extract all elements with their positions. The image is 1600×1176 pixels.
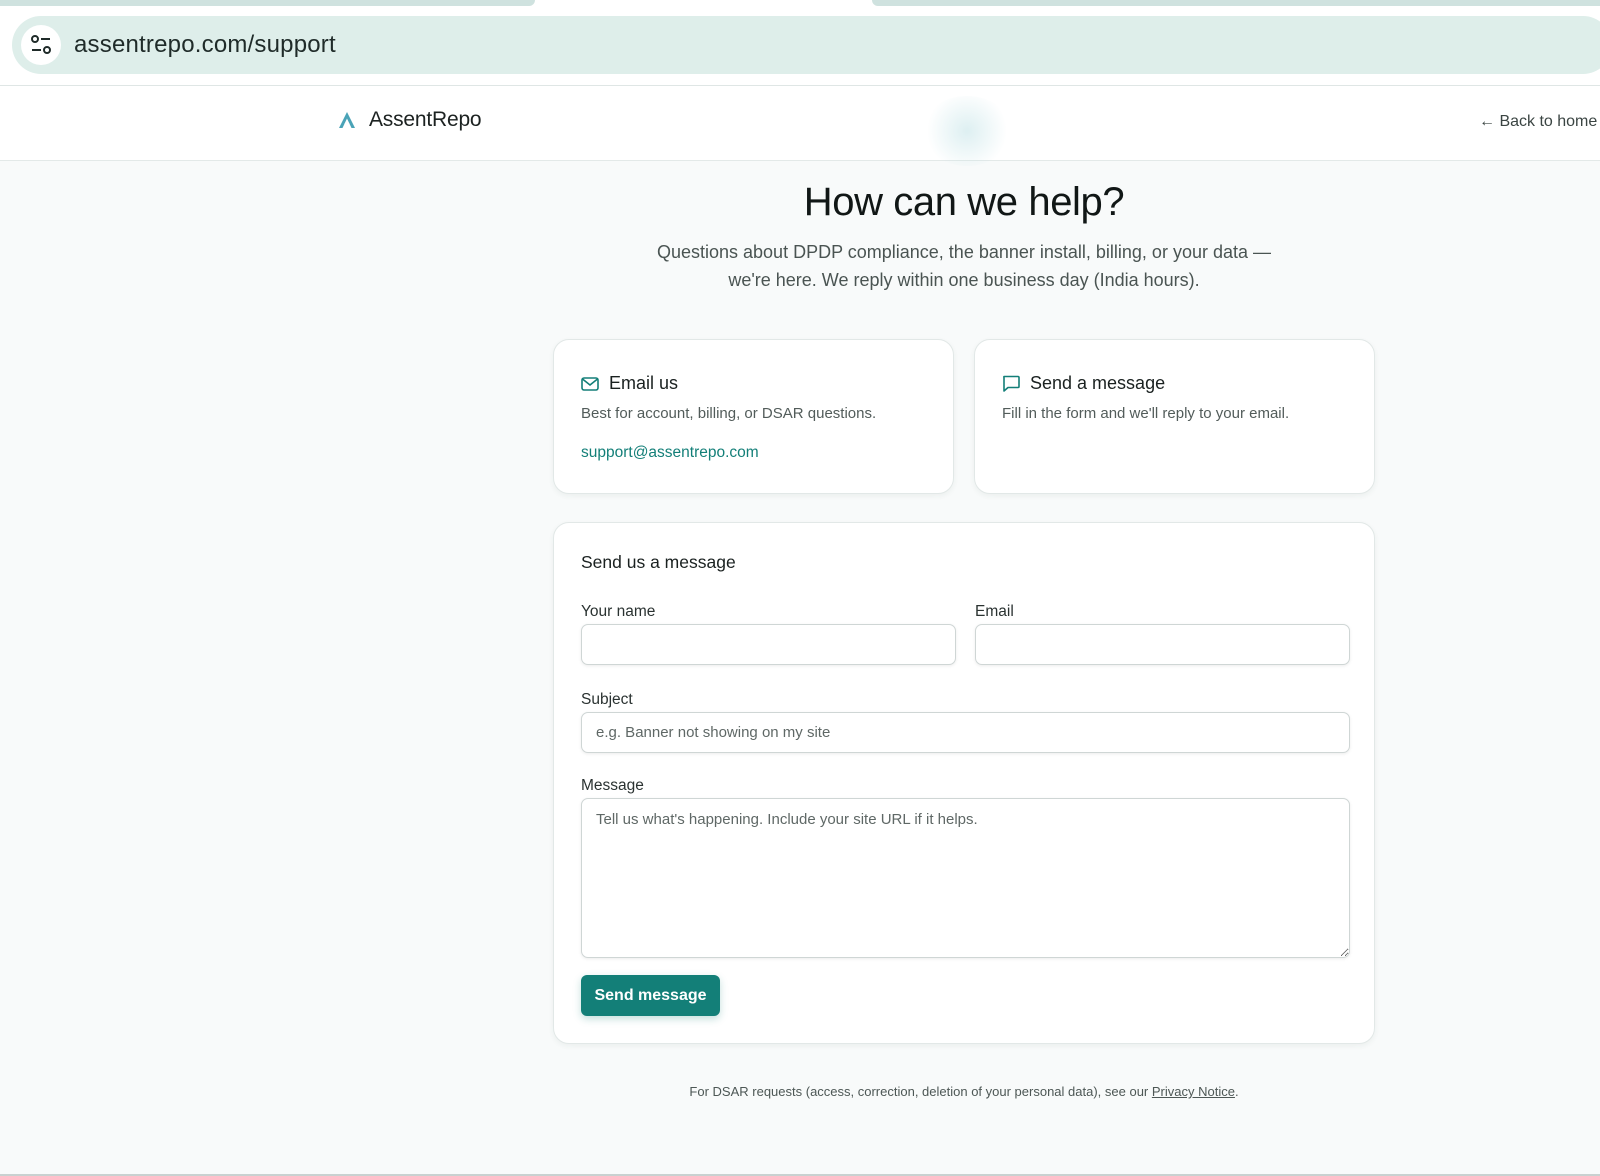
message-card-header: Send a message <box>1002 373 1165 394</box>
brand-name: AssentRepo <box>369 108 482 131</box>
subject-input[interactable] <box>581 712 1350 753</box>
tab-strip <box>0 0 1600 8</box>
footer-note-prefix: For DSAR requests (access, correction, d… <box>689 1084 1152 1099</box>
message-card-title: Send a message <box>1030 373 1166 393</box>
send-message-card: Send a message Fill in the form and we'l… <box>974 339 1375 494</box>
name-label: Your name <box>581 603 656 620</box>
mail-icon <box>581 376 599 391</box>
contact-form-card: Send us a message Your name Email Subjec… <box>553 522 1375 1044</box>
email-card-title: Email us <box>609 373 679 393</box>
brand-logo[interactable]: AssentRepo <box>337 108 482 132</box>
tab-strip-right <box>872 0 1600 6</box>
message-card-description: Fill in the form and we'll reply to your… <box>1002 405 1290 422</box>
message-label: Message <box>581 777 644 794</box>
chat-icon <box>1003 375 1020 392</box>
message-textarea[interactable] <box>581 798 1350 958</box>
header-glow <box>922 96 1012 166</box>
page-subtitle: Questions about DPDP compliance, the ban… <box>656 242 1271 290</box>
site-header: AssentRepo ← Back to home <box>0 86 1600 166</box>
tune-icon <box>31 35 51 54</box>
privacy-notice-link[interactable]: Privacy Notice <box>1152 1084 1235 1099</box>
url-text[interactable]: assentrepo.com/support <box>74 31 336 59</box>
back-to-home-link[interactable]: ← Back to home <box>1479 113 1597 131</box>
email-us-card: Email us Best for account, billing, or D… <box>553 339 954 494</box>
tab-strip-left <box>0 0 535 6</box>
email-card-header: Email us <box>581 373 678 394</box>
name-input[interactable] <box>581 624 956 665</box>
support-email-link[interactable]: support@assentrepo.com <box>581 444 759 462</box>
address-bar[interactable]: assentrepo.com/support <box>12 16 1600 74</box>
logo-icon <box>339 112 355 128</box>
browser-toolbar: assentrepo.com/support <box>0 0 1600 86</box>
footer-note-suffix: . <box>1234 1084 1239 1099</box>
email-input[interactable] <box>975 624 1350 665</box>
dsar-footer-note: For DSAR requests (access, correction, d… <box>0 1084 1600 1099</box>
email-card-description: Best for account, billing, or DSAR quest… <box>581 405 877 422</box>
email-label: Email <box>975 603 1014 620</box>
site-settings-button[interactable] <box>21 25 61 65</box>
page-title: How can we help? <box>803 180 1125 224</box>
subject-label: Subject <box>581 691 633 708</box>
form-title: Send us a message <box>581 552 736 572</box>
send-message-button[interactable]: Send message <box>581 975 720 1016</box>
